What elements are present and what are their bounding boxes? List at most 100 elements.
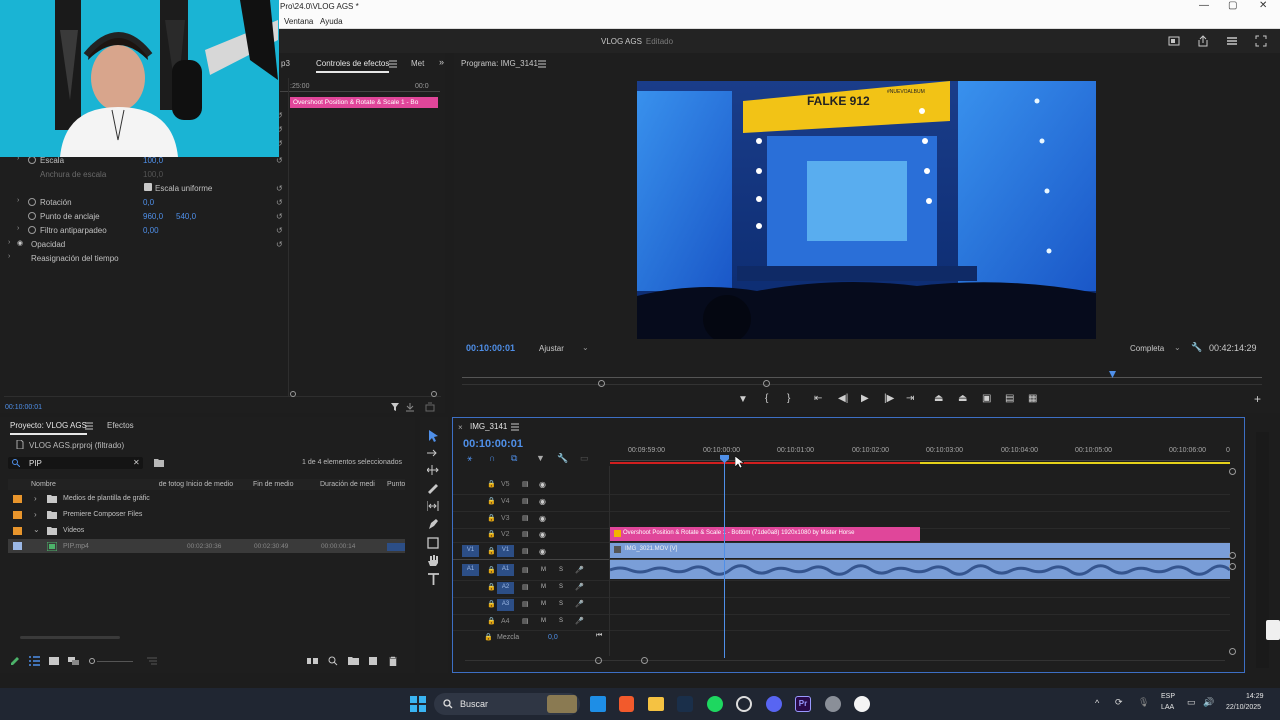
tooltip-icon[interactable] [1266, 620, 1280, 640]
automate-sequence-icon[interactable] [307, 656, 318, 666]
sync-lock-icon[interactable]: ▤ [522, 583, 529, 591]
sort-icon[interactable] [147, 656, 157, 666]
col-inicio[interactable]: Inicio de medio [186, 481, 233, 488]
program-zoom-handle-right[interactable] [763, 380, 770, 387]
col-punto[interactable]: Punto [387, 481, 405, 488]
linked-selection-icon[interactable]: ⧉ [511, 453, 517, 464]
escala-uniforme-checkbox[interactable] [144, 183, 152, 191]
lock-icon[interactable]: 🔒 [484, 633, 493, 641]
mute-icon[interactable]: M [541, 567, 546, 573]
ec-zoom-handle-right[interactable] [431, 391, 437, 397]
fit-dropdown[interactable]: Ajustar [539, 344, 564, 353]
program-timecode[interactable]: 00:10:00:01 [466, 343, 515, 353]
twirl-rotacion-icon[interactable]: › [17, 197, 19, 204]
program-zoom-handle-left[interactable] [598, 380, 605, 387]
camera-icon[interactable]: ▣ [982, 393, 991, 404]
sync-lock-icon[interactable]: ▤ [522, 617, 529, 625]
timeline-ruler[interactable] [610, 460, 1230, 461]
twirl-reasignacion-icon[interactable]: › [8, 253, 10, 260]
label-color-swatch[interactable] [13, 511, 22, 519]
eye-icon[interactable]: ◉ [539, 514, 546, 523]
export-frame-icon[interactable] [425, 402, 435, 412]
bin-videos[interactable]: Videos [63, 527, 84, 534]
track-a2[interactable]: A2 [497, 582, 514, 594]
rectangle-tool-icon[interactable] [427, 537, 439, 549]
hand-tool-icon[interactable] [427, 555, 439, 567]
close-icon[interactable]: ✕ [1259, 0, 1267, 11]
twirl-icon[interactable]: › [34, 510, 37, 519]
tray-chevron-icon[interactable]: ^ [1095, 698, 1099, 708]
vertical-scroll-handle[interactable] [1229, 468, 1236, 475]
mix-value[interactable]: 0,0 [548, 634, 558, 641]
quality-dropdown[interactable]: Completa [1130, 344, 1164, 353]
col-nombre[interactable]: Nombre [31, 481, 56, 488]
microphone-icon[interactable]: 🎤 [575, 617, 584, 625]
clock-date[interactable]: 22/10/2025 [1226, 704, 1261, 711]
solo-icon[interactable]: S [559, 584, 563, 590]
stopwatch-rotacion-icon[interactable] [28, 198, 36, 206]
eye-icon[interactable]: ◉ [539, 497, 546, 506]
vr-icon[interactable]: ▦ [1028, 393, 1037, 404]
panel-menu-icon[interactable] [511, 423, 519, 431]
freeform-view-icon[interactable] [68, 656, 80, 666]
microphone-icon[interactable]: 🎤 [575, 600, 584, 608]
timeline-tab[interactable]: IMG_3141 [470, 422, 507, 431]
ec-zoom-handle-left[interactable] [290, 391, 296, 397]
lock-icon[interactable]: 🔒 [487, 480, 496, 488]
compare-icon[interactable]: ▤ [1005, 393, 1014, 404]
chat-app-icon[interactable] [854, 696, 870, 712]
sync-lock-icon[interactable]: ▤ [522, 514, 529, 522]
sync-lock-icon[interactable]: ▤ [522, 530, 529, 538]
icon-view-icon[interactable] [49, 656, 59, 666]
reset-icon[interactable]: ↺ [276, 156, 283, 165]
lock-icon[interactable]: 🔒 [487, 566, 496, 574]
vertical-scroll-handle[interactable] [1229, 563, 1236, 570]
new-bin-icon[interactable] [154, 458, 164, 467]
marker-icon[interactable]: ▼ [738, 394, 748, 405]
clock-time[interactable]: 14:29 [1246, 693, 1264, 700]
reset-icon[interactable]: ↺ [276, 184, 283, 193]
chevron-down-icon[interactable]: ⌄ [1174, 343, 1181, 352]
timeline-timecode[interactable]: 00:10:00:01 [463, 438, 523, 450]
panel-menu-icon[interactable] [538, 60, 546, 68]
prop-anclaje-y[interactable]: 540,0 [176, 212, 196, 221]
panel-menu-icon[interactable] [85, 422, 93, 430]
reset-icon[interactable]: ↺ [276, 212, 283, 221]
snap-icon[interactable]: ∩ [489, 453, 495, 463]
vertical-scroll-handle[interactable] [1229, 552, 1236, 559]
step-forward-icon[interactable]: |▶ [884, 393, 894, 404]
lang-secondary[interactable]: LAA [1161, 704, 1174, 711]
reset-icon[interactable]: ↺ [276, 226, 283, 235]
sync-lock-icon[interactable]: ▤ [522, 480, 529, 488]
twirl-opacidad-icon[interactable]: › [8, 239, 10, 246]
pencil-icon[interactable] [10, 656, 20, 666]
solo-icon[interactable]: S [559, 618, 563, 624]
trash-icon[interactable] [388, 656, 398, 666]
menu-ayuda[interactable]: Ayuda [320, 17, 343, 26]
prop-anclaje-x[interactable]: 960,0 [143, 212, 163, 221]
find-icon[interactable] [328, 656, 338, 666]
opacity-eye-icon[interactable]: ◉ [17, 239, 23, 247]
go-to-out-icon[interactable]: ⇥ [906, 393, 914, 404]
close-tab-icon[interactable]: × [458, 423, 463, 432]
tab-metadata[interactable]: Met [411, 59, 424, 68]
fullscreen-icon[interactable] [1255, 35, 1267, 47]
captions-icon[interactable]: ▭ [580, 453, 589, 464]
new-item-icon[interactable] [368, 656, 378, 666]
zoom-slider[interactable] [97, 661, 133, 662]
type-tool-icon[interactable] [428, 573, 439, 585]
horizontal-scrollbar[interactable] [20, 636, 120, 639]
selection-tool-icon[interactable] [428, 430, 439, 442]
share-icon[interactable] [1197, 35, 1209, 47]
clear-search-icon[interactable]: ✕ [133, 458, 140, 467]
steam-icon[interactable] [677, 696, 693, 712]
panel-menu-icon[interactable] [389, 60, 397, 68]
new-bin-icon[interactable] [348, 656, 359, 666]
bin-medios-plantilla[interactable]: Medios de plantilla de gráfic [63, 495, 150, 502]
lock-icon[interactable]: 🔒 [487, 600, 496, 608]
timeline-playhead-line[interactable] [724, 458, 725, 658]
premiere-icon[interactable]: Pr [795, 696, 811, 712]
export-icon[interactable] [405, 402, 415, 412]
mix-jump-icon[interactable]: ⏮ [596, 632, 602, 640]
bin-premiere-composer[interactable]: Premiere Composer Files [63, 511, 142, 518]
